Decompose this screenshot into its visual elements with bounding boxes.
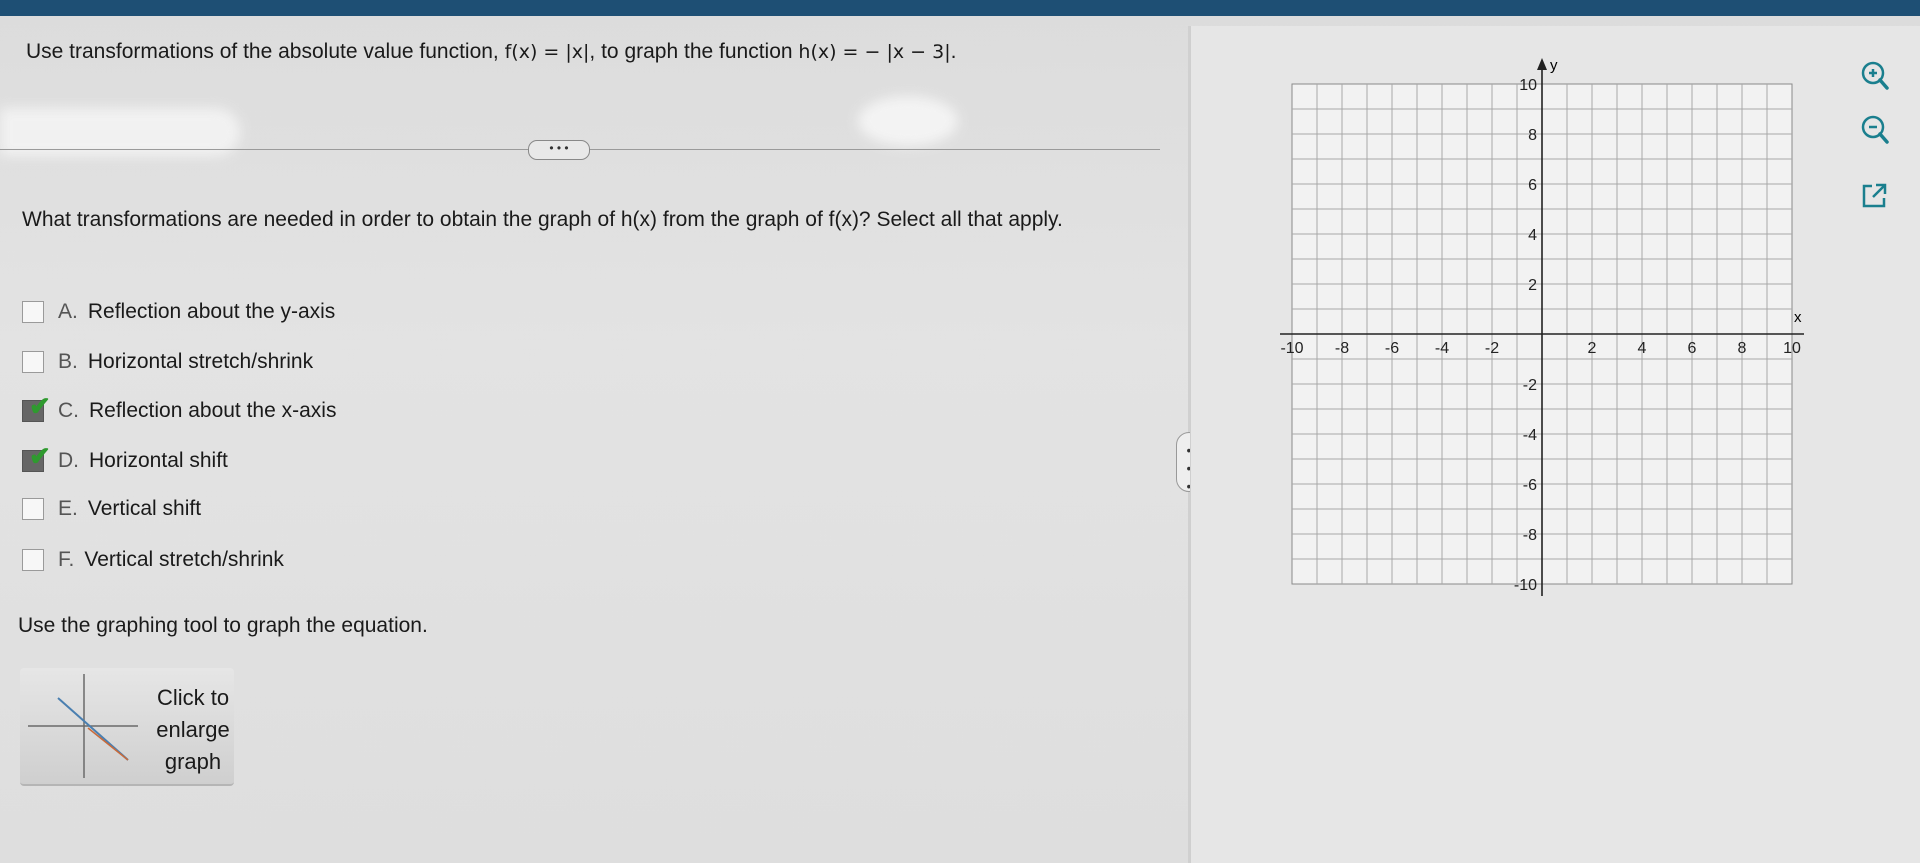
x-tick-label: -4	[1435, 340, 1449, 357]
enlarge-label-line1: Click to	[156, 685, 230, 710]
mini-graph-icon	[28, 674, 138, 778]
h-expression: h(x) = − |x − 3|	[798, 41, 951, 63]
question-text: Use transformations of the absolute valu…	[26, 40, 957, 63]
option-checkbox[interactable]: ✔	[22, 441, 51, 472]
option-label: Reflection about the x-axis	[89, 399, 337, 422]
option-e[interactable]: E. Vertical shift	[22, 495, 201, 523]
y-axis-label: y	[1550, 57, 1558, 74]
x-tick-label: -2	[1485, 340, 1499, 357]
x-tick-label: 8	[1738, 340, 1747, 357]
y-tick-label: 6	[1528, 177, 1537, 194]
option-letter: E.	[58, 497, 78, 520]
y-tick-label: 8	[1528, 127, 1537, 144]
x-tick-label: -8	[1335, 340, 1349, 357]
external-link-icon[interactable]	[1856, 178, 1892, 214]
option-a[interactable]: A. Reflection about the y-axis	[22, 298, 335, 326]
zoom-in-icon[interactable]	[1856, 58, 1892, 94]
top-bar	[0, 0, 1920, 16]
checkmark-icon: ✔	[29, 391, 51, 421]
y-tick-label: -4	[1523, 427, 1537, 444]
x-tick-label: 10	[1783, 340, 1801, 357]
y-tick-label: -2	[1523, 377, 1537, 394]
zoom-out-icon[interactable]	[1856, 112, 1892, 148]
option-checkbox[interactable]: ✔	[22, 391, 51, 422]
y-tick-label: -8	[1523, 527, 1537, 544]
option-label: Horizontal shift	[89, 449, 228, 472]
more-button[interactable]: • • •	[528, 140, 590, 160]
checkmark-icon: ✔	[29, 441, 51, 471]
x-axis-label: x	[1794, 309, 1802, 326]
instruction-text: Use the graphing tool to graph the equat…	[18, 614, 428, 637]
option-letter: F.	[58, 548, 75, 571]
coordinate-grid[interactable]: -10 -8 -6 -4 -2 2 4 6 8 10 10 8 6 4 2 -2 -4 -6 -8 -10 x y	[1270, 46, 1840, 621]
x-tick-label: -6	[1385, 340, 1399, 357]
y-axis-arrow	[1537, 58, 1547, 70]
y-tick-label: -6	[1523, 477, 1537, 494]
y-tick-label: 4	[1528, 227, 1537, 244]
option-label: Vertical stretch/shrink	[84, 548, 284, 571]
option-d[interactable]: ✔ D. Horizontal shift	[22, 441, 228, 475]
y-tick-label: -10	[1514, 577, 1537, 594]
x-tick-label: 6	[1688, 340, 1697, 357]
option-letter: C.	[58, 399, 79, 422]
option-c[interactable]: ✔ C. Reflection about the x-axis	[22, 391, 337, 425]
x-tick-label: 4	[1638, 340, 1647, 357]
option-letter: B.	[58, 350, 78, 373]
enlarge-label-line2: enlarge	[156, 717, 230, 742]
option-f[interactable]: F. Vertical stretch/shrink	[22, 546, 284, 574]
option-checkbox[interactable]	[22, 301, 44, 323]
prompt-text: What transformations are needed in order…	[22, 208, 1063, 231]
option-checkbox[interactable]	[22, 549, 44, 571]
f-expression: f(x) = |x|	[504, 41, 590, 63]
y-tick-label: 2	[1528, 277, 1537, 294]
option-checkbox[interactable]	[22, 498, 44, 520]
option-label: Vertical shift	[87, 497, 202, 520]
option-label: Reflection about the y-axis	[87, 300, 336, 323]
glare	[858, 96, 958, 146]
enlarge-label-line3: graph	[164, 749, 222, 774]
option-b[interactable]: B. Horizontal stretch/shrink	[22, 348, 313, 376]
enlarge-graph-button[interactable]: Click to enlarge graph	[20, 668, 234, 786]
x-tick-label: -10	[1280, 340, 1303, 357]
option-checkbox[interactable]	[22, 351, 44, 373]
option-letter: A.	[58, 300, 78, 323]
x-tick-label: 2	[1588, 340, 1597, 357]
y-tick-label: 10	[1519, 77, 1537, 94]
option-label: Horizontal stretch/shrink	[87, 350, 314, 373]
option-letter: D.	[58, 449, 79, 472]
